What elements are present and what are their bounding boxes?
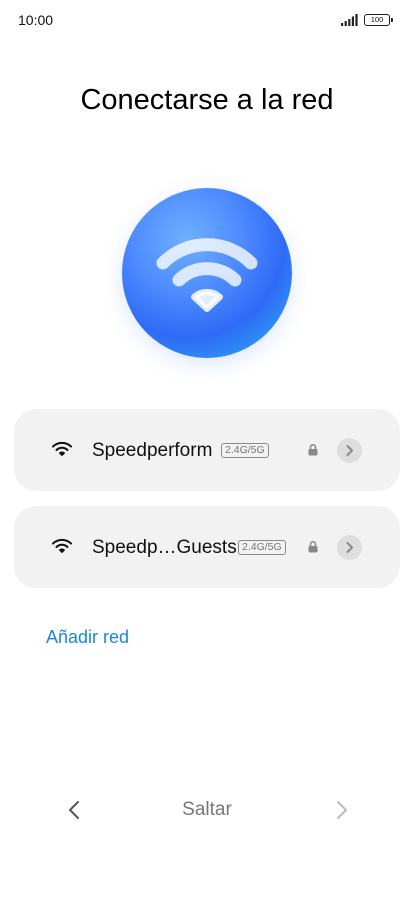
- battery-icon: 100: [364, 14, 393, 26]
- wifi-icon: [52, 441, 72, 456]
- network-details-button[interactable]: [337, 438, 362, 463]
- network-item-speedperform[interactable]: Speedperform 2.4G/5G: [14, 409, 400, 491]
- network-band-badge: 2.4G/5G: [221, 443, 269, 458]
- add-network-link[interactable]: Añadir red: [46, 627, 129, 648]
- wifi-icon: [52, 538, 72, 553]
- network-name: Speedperform: [92, 440, 213, 461]
- chevron-right-icon: [346, 445, 353, 456]
- page-title: Conectarse a la red: [80, 84, 334, 116]
- network-item-speedp-guests[interactable]: Speedp…Guests 2.4G/5G: [14, 506, 400, 588]
- network-name: Speedp…Guests: [92, 537, 237, 558]
- lock-icon: [308, 540, 318, 553]
- network-band-badge: 2.4G/5G: [238, 540, 286, 555]
- wifi-hero-illustration: [122, 188, 292, 358]
- chevron-right-icon: [346, 542, 353, 553]
- status-time: 10:00: [18, 12, 54, 28]
- skip-button[interactable]: Saltar: [182, 799, 232, 820]
- wifi-icon: [156, 238, 258, 312]
- network-details-button[interactable]: [337, 535, 362, 560]
- status-bar: 10:00 100: [0, 0, 414, 40]
- chevron-right-icon[interactable]: [328, 796, 356, 824]
- signal-icon: [341, 14, 358, 26]
- lock-icon: [308, 443, 318, 456]
- battery-level: 100: [370, 15, 384, 24]
